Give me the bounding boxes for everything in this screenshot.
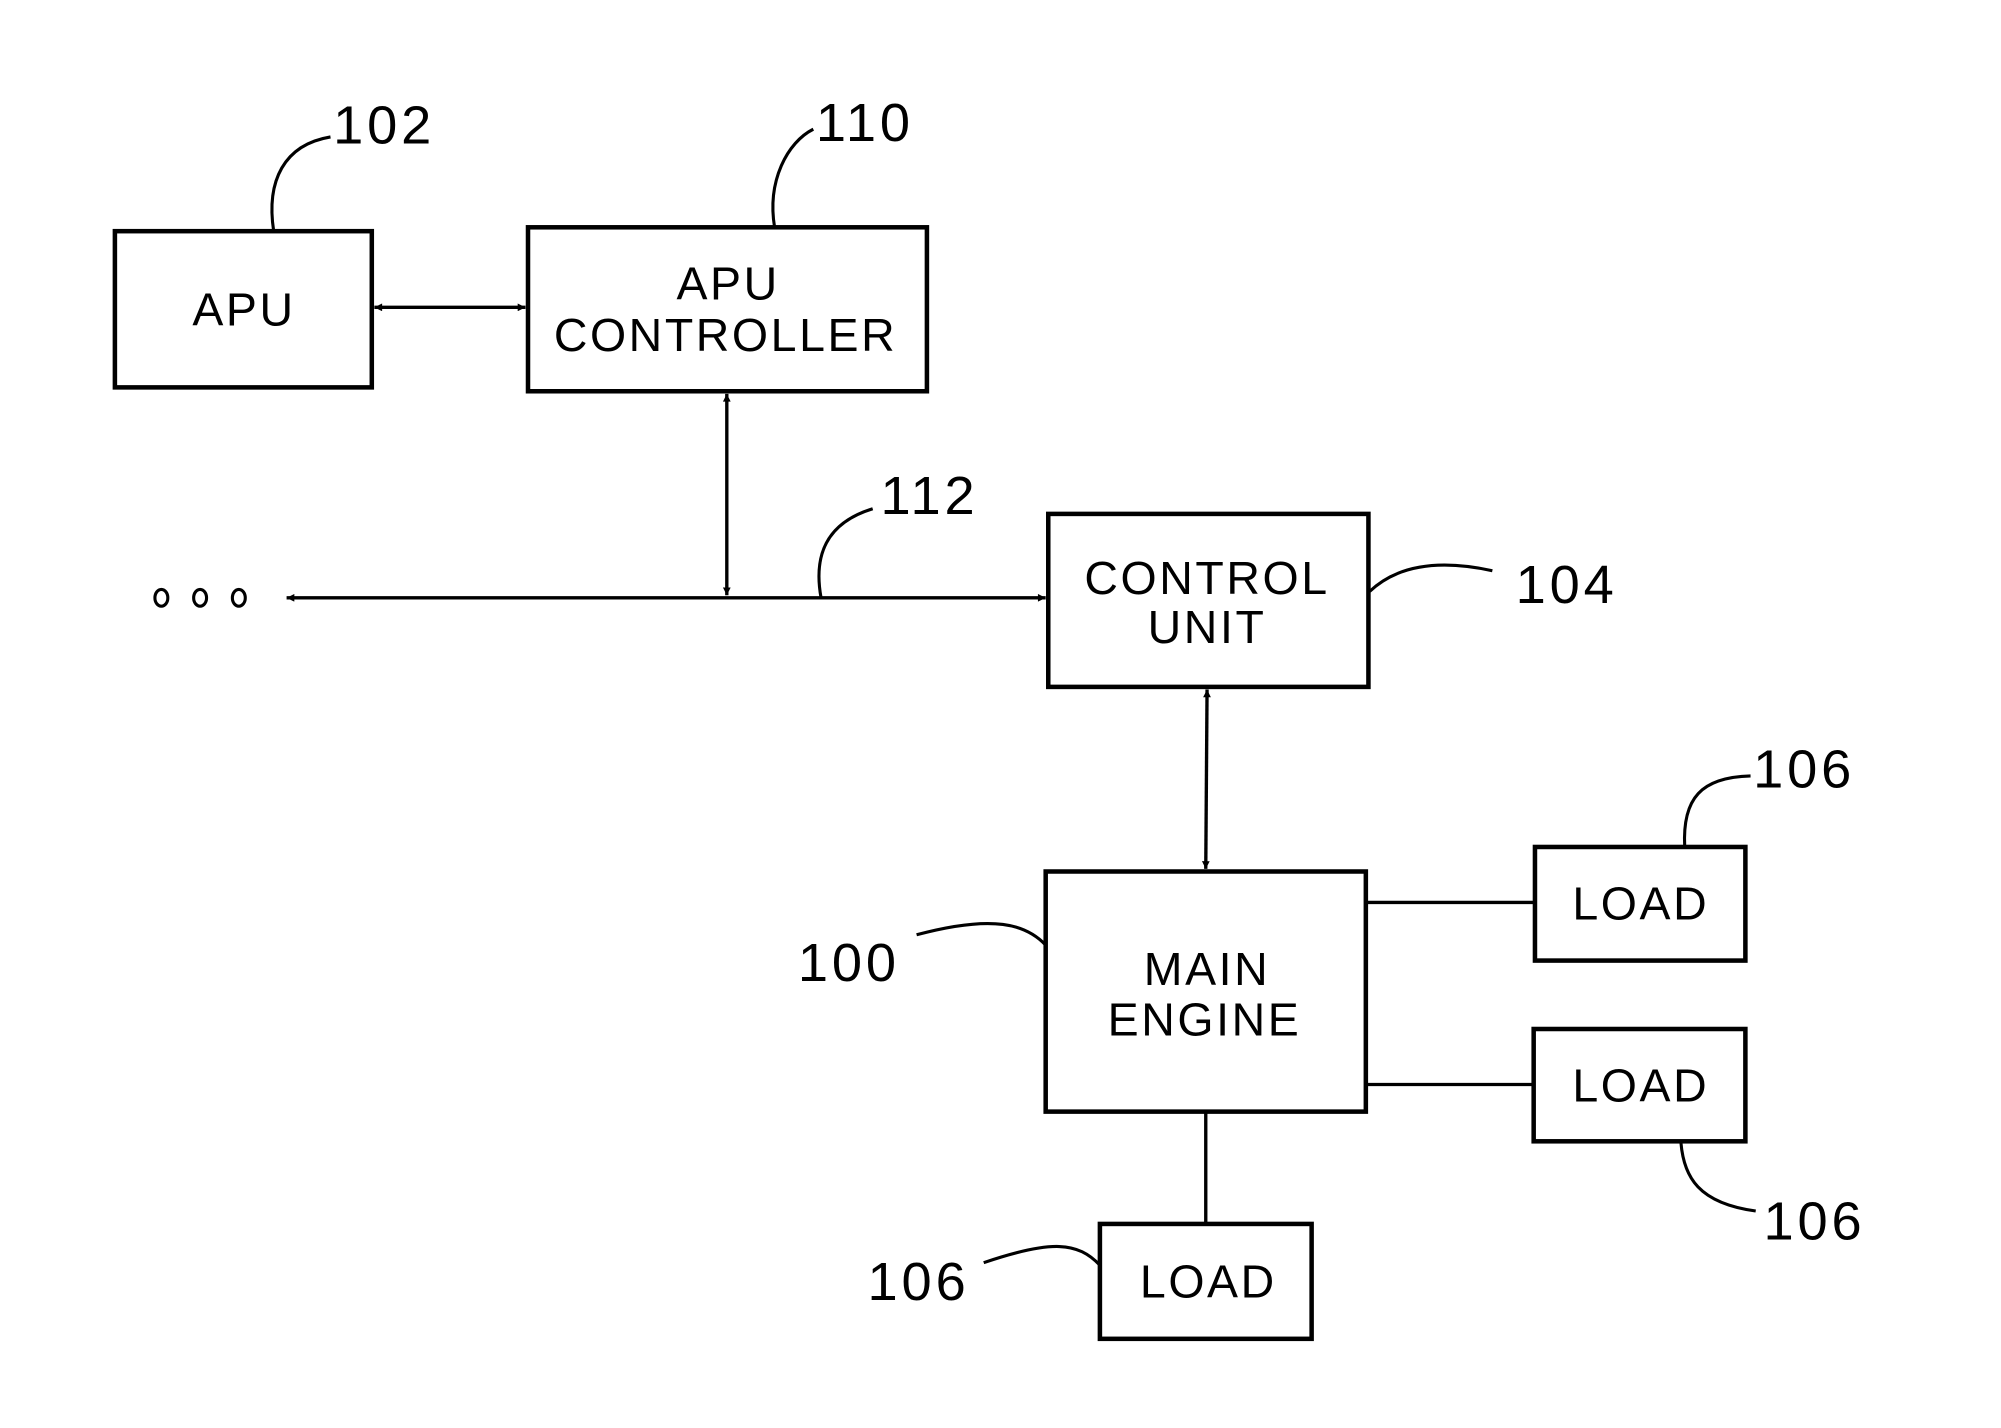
apu-label: APU (192, 283, 295, 335)
apu-ref-leader (270, 135, 331, 232)
load-block-3: LOAD (1097, 1221, 1314, 1342)
main-engine-ref-leader (916, 922, 1047, 947)
main-engine-label-line1: MAIN (1144, 943, 1271, 995)
apu-controller-ref-number: 110 (816, 93, 914, 153)
control-engine-link-arrow (1201, 689, 1211, 869)
load-1-label: LOAD (1572, 877, 1709, 929)
main-engine-block: MAIN ENGINE (1043, 869, 1369, 1114)
continuation-dot (192, 587, 209, 608)
main-engine-label-line2: ENGINE (1108, 993, 1302, 1045)
main-engine-ref-number: 100 (798, 933, 900, 993)
system-block-diagram: APU 102 APU CONTROLLER 110 112 CONTROL U… (112, 93, 1865, 1342)
continuation-dot (230, 587, 247, 608)
load-block-1: LOAD (1532, 844, 1748, 963)
control-unit-label-line2: UNIT (1148, 601, 1267, 653)
load-block-2: LOAD (1531, 1026, 1748, 1144)
apu-block: APU (112, 228, 375, 390)
control-unit-ref-number: 104 (1516, 555, 1618, 615)
control-unit-label-line1: CONTROL (1084, 552, 1329, 604)
load-1-ref-number: 106 (1753, 740, 1855, 800)
load-2-label: LOAD (1572, 1059, 1709, 1111)
load-3-ref-number: 106 (868, 1252, 970, 1312)
bus-ref-number: 112 (880, 466, 978, 526)
load-3-ref-leader (983, 1244, 1102, 1267)
apu-controller-block: APU CONTROLLER (525, 225, 930, 394)
load-2-ref-leader (1679, 1141, 1756, 1213)
bus-continuation-dots (153, 587, 247, 608)
load-2-ref-number: 106 (1763, 1191, 1865, 1251)
apu-ref-number: 102 (333, 95, 435, 155)
continuation-dot (153, 587, 170, 608)
load-1-ref-leader (1682, 774, 1751, 848)
load-3-label: LOAD (1140, 1256, 1277, 1308)
apu-controller-ref-leader (771, 127, 815, 228)
control-unit-ref-leader (1368, 563, 1493, 593)
control-unit-block: CONTROL UNIT (1046, 511, 1371, 690)
bus-ref-leader (817, 507, 874, 599)
apu-controller-label-line1: APU (676, 258, 779, 310)
apu-controller-label-line2: CONTROLLER (554, 309, 897, 361)
